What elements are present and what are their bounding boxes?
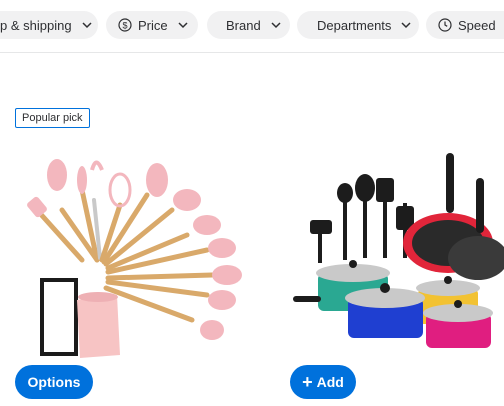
clock-icon (438, 18, 452, 32)
chevron-down-icon (82, 22, 92, 29)
filter-bar: p & shipping $ Price Brand Departments S… (0, 0, 504, 53)
price-filter-chip[interactable]: $ Price (106, 11, 198, 39)
cookware-set-image[interactable] (288, 148, 504, 354)
brand-filter-chip[interactable]: Brand (207, 11, 290, 39)
departments-filter-label: Departments (317, 17, 392, 33)
plus-icon: + (302, 372, 313, 392)
dollar-circle-icon: $ (118, 18, 132, 32)
chevron-down-icon (271, 22, 281, 29)
utensil-set-image[interactable] (22, 150, 252, 365)
fulfillment-filter-label: p & shipping (0, 17, 72, 33)
chevron-down-icon (178, 22, 188, 29)
svg-text:$: $ (122, 21, 127, 31)
brand-filter-label: Brand (226, 17, 261, 33)
fulfillment-filter-chip[interactable]: p & shipping (0, 11, 98, 39)
chevron-down-icon (401, 22, 411, 29)
speed-filter-label: Speed (458, 17, 496, 33)
add-to-cart-button[interactable]: + Add (290, 365, 356, 399)
departments-filter-chip[interactable]: Departments (297, 11, 419, 39)
popular-pick-badge: Popular pick (15, 108, 90, 128)
options-button-label: Options (27, 374, 81, 390)
price-filter-label: Price (138, 17, 168, 33)
add-button-label: Add (316, 374, 344, 390)
speed-filter-chip[interactable]: Speed (426, 11, 504, 39)
options-button[interactable]: Options (15, 365, 93, 399)
